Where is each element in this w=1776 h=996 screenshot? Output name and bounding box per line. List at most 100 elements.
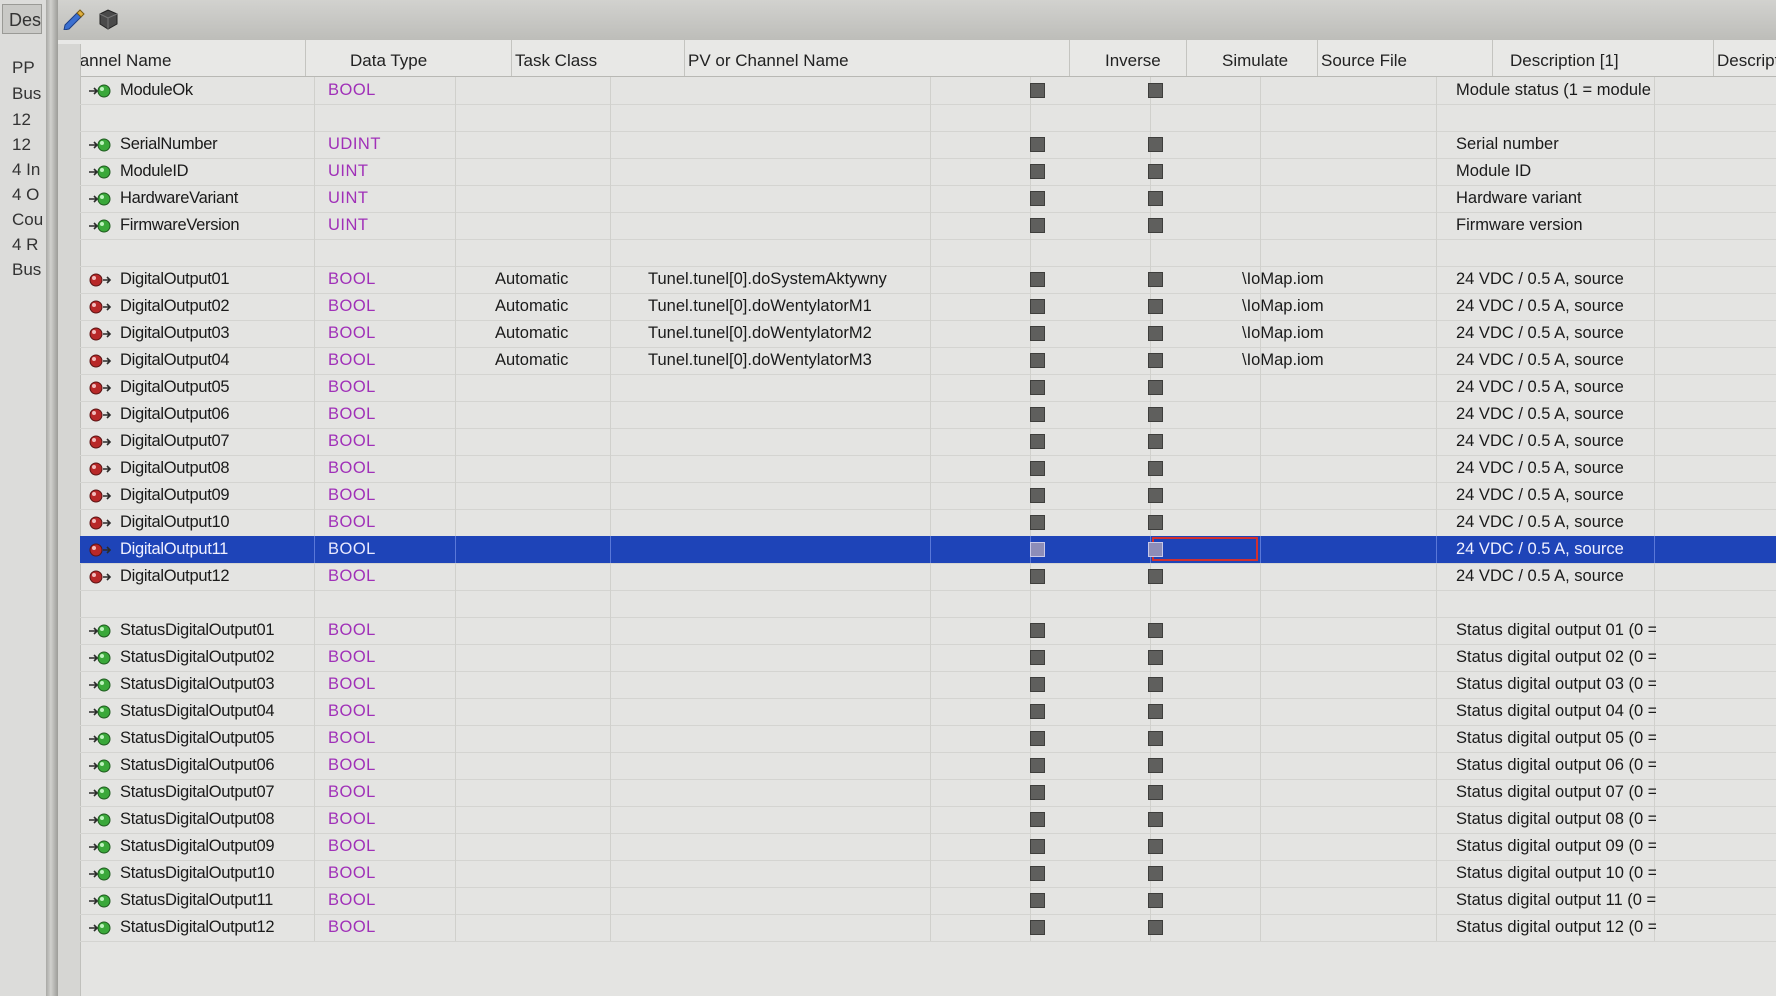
data-type-cell[interactable]: BOOL (328, 860, 448, 887)
channel-row[interactable]: DigitalOutput04 BOOL Automatic Tunel.tunel[… (80, 347, 1776, 375)
simulate-checkbox[interactable] (1148, 704, 1163, 719)
pv-name-cell[interactable] (648, 752, 928, 779)
task-class-cell[interactable] (495, 401, 645, 428)
task-class-cell[interactable] (495, 185, 645, 212)
task-class-cell[interactable] (495, 212, 645, 239)
task-class-cell[interactable]: Automatic (495, 266, 645, 293)
simulate-checkbox[interactable] (1148, 866, 1163, 881)
inverse-checkbox[interactable] (1030, 677, 1045, 692)
data-type-cell[interactable]: BOOL (328, 401, 448, 428)
left-panel-label[interactable]: 4 R (12, 235, 38, 255)
source-file-cell[interactable] (1242, 212, 1422, 239)
description-cell[interactable]: Hardware variant (1456, 185, 1656, 212)
simulate-checkbox[interactable] (1148, 326, 1163, 341)
channel-name-cell[interactable]: StatusDigitalOutput04 (120, 698, 310, 725)
description-cell[interactable]: 24 VDC / 0.5 A, source (1456, 482, 1656, 509)
column-header-simulate[interactable]: Simulate (1188, 40, 1318, 76)
data-type-cell[interactable]: BOOL (328, 536, 448, 563)
simulate-checkbox[interactable] (1148, 569, 1163, 584)
simulate-checkbox[interactable] (1148, 839, 1163, 854)
data-type-cell[interactable]: UINT (328, 212, 448, 239)
inverse-checkbox[interactable] (1030, 920, 1045, 935)
pv-name-cell[interactable] (648, 671, 928, 698)
data-type-cell[interactable]: UINT (328, 185, 448, 212)
data-type-cell[interactable]: BOOL (328, 725, 448, 752)
task-class-cell[interactable] (495, 752, 645, 779)
channel-row[interactable]: DigitalOutput01 BOOL Automatic Tunel.tunel[… (80, 266, 1776, 294)
data-type-cell[interactable]: BOOL (328, 509, 448, 536)
pv-name-cell[interactable] (648, 158, 928, 185)
pv-name-cell[interactable] (648, 860, 928, 887)
channel-row[interactable]: StatusDigitalOutput01 BOOL Status digital … (80, 617, 1776, 645)
channel-row[interactable]: HardwareVariant UINT Hardware variant (80, 185, 1776, 213)
data-type-cell[interactable]: BOOL (328, 887, 448, 914)
simulate-checkbox[interactable] (1148, 812, 1163, 827)
source-file-cell[interactable] (1242, 401, 1422, 428)
source-file-cell[interactable] (1242, 671, 1422, 698)
inverse-checkbox[interactable] (1030, 299, 1045, 314)
inverse-checkbox[interactable] (1030, 407, 1045, 422)
task-class-cell[interactable] (495, 617, 645, 644)
source-file-cell[interactable] (1242, 617, 1422, 644)
task-class-cell[interactable] (495, 725, 645, 752)
channel-row[interactable]: FirmwareVersion UINT Firmware version (80, 212, 1776, 240)
description-cell[interactable]: Module status (1 = module ... (1456, 77, 1656, 104)
pv-name-cell[interactable] (648, 887, 928, 914)
description-cell[interactable]: Status digital output 04 (0 =... (1456, 698, 1656, 725)
left-panel-label[interactable]: Bus (12, 84, 41, 104)
data-type-cell[interactable]: BOOL (328, 779, 448, 806)
channel-name-cell[interactable]: DigitalOutput10 (120, 509, 310, 536)
pv-name-cell[interactable] (648, 806, 928, 833)
channel-row[interactable]: StatusDigitalOutput10 BOOL Status digital … (80, 860, 1776, 888)
simulate-checkbox[interactable] (1148, 164, 1163, 179)
channel-row[interactable]: DigitalOutput11 BOOL 24 VDC / 0.5 A, sourc… (80, 536, 1776, 564)
description-cell[interactable]: 24 VDC / 0.5 A, source (1456, 536, 1656, 563)
simulate-checkbox[interactable] (1148, 434, 1163, 449)
simulate-checkbox[interactable] (1148, 461, 1163, 476)
channel-name-cell[interactable]: ModuleID (120, 158, 310, 185)
left-panel-label[interactable]: 4 O (12, 185, 39, 205)
channel-name-cell[interactable]: StatusDigitalOutput09 (120, 833, 310, 860)
channel-name-cell[interactable]: FirmwareVersion (120, 212, 310, 239)
column-header-source-file[interactable]: Source File (1319, 40, 1493, 76)
channel-row[interactable]: ModuleOk BOOL Module status (1 = module ..… (80, 77, 1776, 105)
channel-row[interactable]: DigitalOutput12 BOOL 24 VDC / 0.5 A, sourc… (80, 563, 1776, 591)
simulate-checkbox[interactable] (1148, 191, 1163, 206)
channel-name-cell[interactable]: ModuleOk (120, 77, 310, 104)
pv-name-cell[interactable]: Tunel.tunel[0].doWentylatorM2 (648, 320, 928, 347)
simulate-checkbox[interactable] (1148, 380, 1163, 395)
inverse-checkbox[interactable] (1030, 623, 1045, 638)
description-cell[interactable]: Serial number (1456, 131, 1656, 158)
data-type-cell[interactable]: BOOL (328, 455, 448, 482)
task-class-cell[interactable] (495, 671, 645, 698)
description-cell[interactable]: Status digital output 12 (0 =... (1456, 914, 1656, 941)
data-type-cell[interactable]: BOOL (328, 833, 448, 860)
channel-row[interactable]: DigitalOutput08 BOOL 24 VDC / 0.5 A, sourc… (80, 455, 1776, 483)
channel-name-cell[interactable]: StatusDigitalOutput03 (120, 671, 310, 698)
source-file-cell[interactable] (1242, 644, 1422, 671)
inverse-checkbox[interactable] (1030, 272, 1045, 287)
inverse-checkbox[interactable] (1030, 569, 1045, 584)
simulate-checkbox[interactable] (1148, 407, 1163, 422)
simulate-checkbox[interactable] (1148, 353, 1163, 368)
simulate-checkbox[interactable] (1148, 677, 1163, 692)
task-class-cell[interactable] (495, 482, 645, 509)
description-cell[interactable]: Status digital output 01 (0 =... (1456, 617, 1656, 644)
channel-name-cell[interactable]: DigitalOutput05 (120, 374, 310, 401)
channel-name-cell[interactable]: DigitalOutput11 (120, 536, 310, 563)
channel-row[interactable]: SerialNumber UDINT Serial number (80, 131, 1776, 159)
data-type-cell[interactable]: BOOL (328, 563, 448, 590)
inverse-checkbox[interactable] (1030, 191, 1045, 206)
description-cell[interactable]: 24 VDC / 0.5 A, source (1456, 266, 1656, 293)
task-class-cell[interactable] (495, 428, 645, 455)
source-file-cell[interactable]: \IoMap.iom (1242, 293, 1422, 320)
channel-row[interactable]: DigitalOutput10 BOOL 24 VDC / 0.5 A, sourc… (80, 509, 1776, 537)
simulate-checkbox[interactable] (1148, 623, 1163, 638)
inverse-checkbox[interactable] (1030, 866, 1045, 881)
description-cell[interactable]: 24 VDC / 0.5 A, source (1456, 509, 1656, 536)
pv-name-cell[interactable]: Tunel.tunel[0].doWentylatorM3 (648, 347, 928, 374)
task-class-cell[interactable] (495, 860, 645, 887)
left-panel-label[interactable]: PP (12, 58, 35, 78)
left-panel-label[interactable]: 12 (12, 135, 31, 155)
pencil-icon[interactable] (62, 8, 86, 30)
